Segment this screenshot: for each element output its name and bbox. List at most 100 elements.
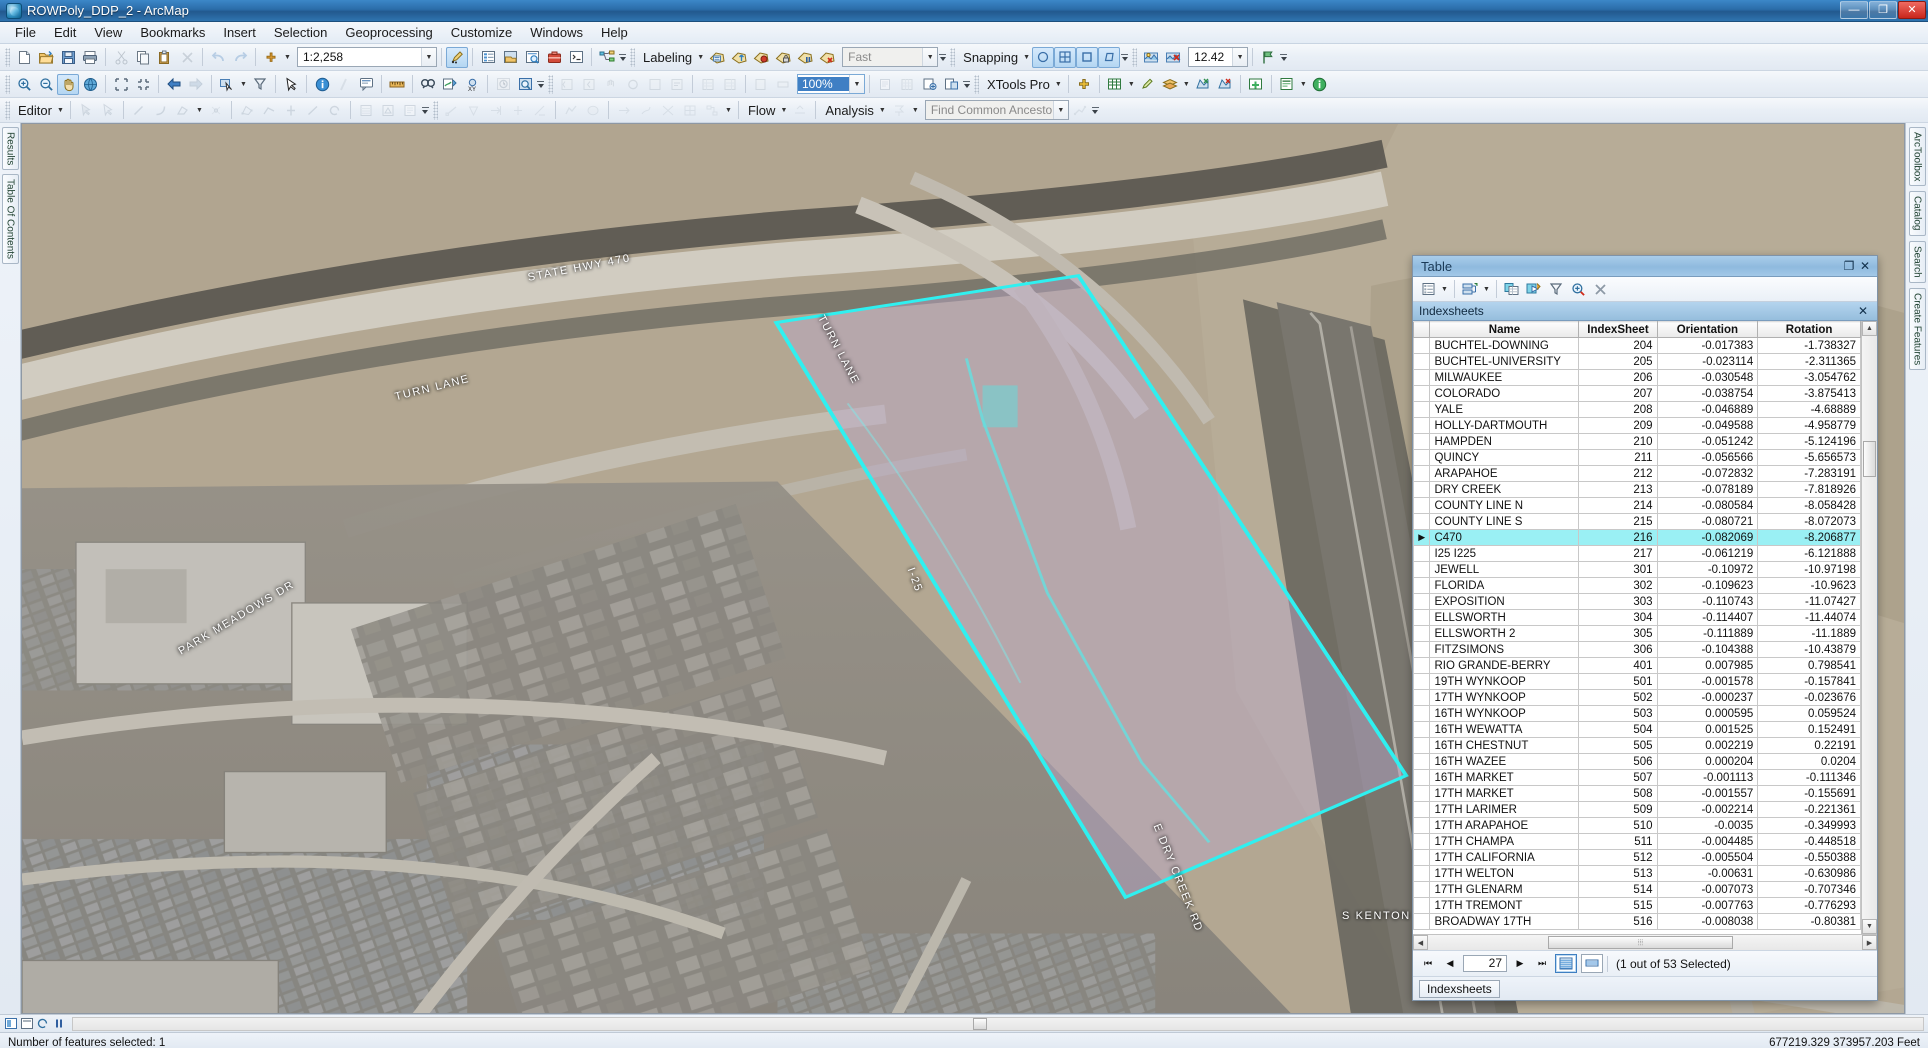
cell-indexsheet[interactable]: 303 [1578,593,1658,610]
cell-indexsheet[interactable]: 212 [1578,465,1658,482]
cell-indexsheet[interactable]: 301 [1578,561,1658,578]
cell-name[interactable]: 16TH CHESTNUT [1429,737,1580,754]
cell-name[interactable]: 16TH WYNKOOP [1429,705,1580,722]
row-selector-cell[interactable] [1413,721,1431,738]
cell-name[interactable]: 19TH WYNKOOP [1429,673,1580,690]
generalize-icon[interactable] [560,100,582,121]
georeference-icon[interactable] [1140,47,1162,68]
editor-dropdown-caret[interactable]: ▼ [55,100,66,121]
cell-rotation[interactable]: -2.311365 [1757,353,1861,370]
identify-icon[interactable] [311,74,333,95]
topology-edit-icon[interactable] [441,100,463,121]
label-pause-icon[interactable] [794,47,816,68]
cell-orientation[interactable]: -0.082069 [1656,529,1759,546]
map-horizontal-scrollbar[interactable] [72,1016,1924,1031]
cell-indexsheet[interactable]: 302 [1578,577,1658,594]
last-record-button[interactable]: ⏭ [1533,955,1551,973]
model-builder-icon[interactable] [596,47,618,68]
cell-orientation[interactable]: -0.002214 [1656,801,1759,818]
row-selector-cell[interactable] [1413,353,1431,370]
table-row[interactable]: QUINCY 211 -0.056566 -5.656573 [1413,449,1861,466]
cell-rotation[interactable]: -0.448518 [1757,833,1861,850]
cell-orientation[interactable]: -0.008038 [1656,913,1759,930]
pause-drawing-icon[interactable] [52,1017,65,1030]
editor-more-caret[interactable]: ▼ [723,100,734,121]
solve-trace-icon[interactable] [1069,100,1091,121]
row-selector-cell[interactable] [1413,657,1431,674]
table-row[interactable]: 16TH WYNKOOP 503 0.000595 0.059524 [1413,705,1861,722]
snap-tolerance-caret[interactable]: ▼ [1232,48,1248,66]
cell-indexsheet[interactable]: 206 [1578,369,1658,386]
cell-indexsheet[interactable]: 516 [1578,913,1658,930]
undo-icon[interactable] [207,47,229,68]
xtools-feature-delete-icon[interactable] [1214,74,1236,95]
table-row[interactable]: FITZSIMONS 306 -0.104388 -10.43879 [1413,641,1861,658]
table-row[interactable]: 17TH LARIMER 509 -0.002214 -0.221361 [1413,801,1861,818]
cell-rotation[interactable]: -10.9623 [1757,577,1861,594]
cell-orientation[interactable]: -0.000237 [1656,689,1759,706]
snap-endpoint-icon[interactable] [1054,46,1077,68]
cell-name[interactable]: 16TH MARKET [1429,769,1580,786]
ddp-export-icon[interactable] [750,74,772,95]
cell-rotation[interactable]: -10.43879 [1757,641,1861,658]
table-row[interactable]: HAMPDEN 210 -0.051242 -5.124196 [1413,433,1861,450]
table-layer-tab[interactable]: Indexsheets ✕ [1413,302,1877,321]
row-selector-cell[interactable] [1413,689,1431,706]
toolbar-grip[interactable] [630,47,635,67]
ddp-prev-page-icon[interactable] [578,74,600,95]
python-window-icon[interactable] [565,47,587,68]
table-row[interactable]: 16TH WEWATTA 504 0.001525 0.152491 [1413,721,1861,738]
cell-rotation[interactable]: -6.121888 [1757,545,1861,562]
cell-rotation[interactable]: -0.157841 [1757,673,1861,690]
cell-indexsheet[interactable]: 502 [1578,689,1658,706]
trace-tool-caret[interactable]: ▼ [194,100,205,121]
xtools-table-icon[interactable] [1104,74,1126,95]
minimize-button[interactable]: — [1840,1,1868,19]
label-quality-combo[interactable]: Fast ▼ [842,47,939,67]
cell-rotation[interactable]: 0.059524 [1757,705,1861,722]
cell-rotation[interactable]: -5.656573 [1757,449,1861,466]
cell-orientation[interactable]: -0.072832 [1656,465,1759,482]
cell-rotation[interactable]: -3.054762 [1757,369,1861,386]
labeling-overflow-button[interactable] [938,47,947,68]
cell-indexsheet[interactable]: 305 [1578,625,1658,642]
cell-indexsheet[interactable]: 213 [1578,481,1658,498]
add-data-dropdown-caret[interactable]: ▼ [282,47,293,68]
xtools-info-icon[interactable] [1309,74,1331,95]
cell-name[interactable]: I25 I225 [1429,545,1580,562]
set-flag-caret[interactable]: ▼ [910,100,921,121]
cell-orientation[interactable]: -0.049588 [1656,417,1759,434]
snapping-overflow-button[interactable] [1120,47,1129,68]
cell-name[interactable]: JEWELL [1429,561,1580,578]
row-selector-cell[interactable] [1413,369,1431,386]
snap-to-mid-icon[interactable] [507,100,529,121]
toolbar-grip[interactable] [974,74,979,94]
cell-indexsheet[interactable]: 211 [1578,449,1658,466]
cell-name[interactable]: FITZSIMONS [1429,641,1580,658]
maximize-button[interactable]: ❐ [1869,1,1897,19]
xtools-report-icon[interactable] [1276,74,1298,95]
cell-orientation[interactable]: -0.046889 [1656,401,1759,418]
cell-rotation[interactable]: -3.875413 [1757,385,1861,402]
go-forward-extent-icon[interactable] [185,74,207,95]
cell-orientation[interactable]: 0.007985 [1656,657,1759,674]
table-row[interactable]: 19TH WYNKOOP 501 -0.001578 -0.157841 [1413,673,1861,690]
xtools-table-caret[interactable]: ▼ [1126,74,1137,95]
zoom-percent-combo[interactable]: 100% ▼ [797,74,865,94]
cell-rotation[interactable]: -11.1889 [1757,625,1861,642]
find-icon[interactable] [417,74,439,95]
cell-indexsheet[interactable]: 216 [1578,529,1658,546]
cell-name[interactable]: C470 [1429,529,1580,546]
ddp-page-text-icon[interactable] [666,74,688,95]
cell-orientation[interactable]: -0.056566 [1656,449,1759,466]
parcel-icon[interactable] [679,100,701,121]
cell-rotation[interactable]: -0.221361 [1757,801,1861,818]
map-scroll-thumb[interactable] [973,1017,987,1030]
georef-overflow-button[interactable] [1279,47,1288,68]
cell-name[interactable]: 17TH TREMONT [1429,897,1580,914]
cell-indexsheet[interactable]: 504 [1578,721,1658,738]
label-delete-icon[interactable] [816,47,838,68]
table-row[interactable]: ARAPAHOE 212 -0.072832 -7.283191 [1413,465,1861,482]
cell-orientation[interactable]: -0.004485 [1656,833,1759,850]
table-row[interactable]: 17TH GLENARM 514 -0.007073 -0.707346 [1413,881,1861,898]
